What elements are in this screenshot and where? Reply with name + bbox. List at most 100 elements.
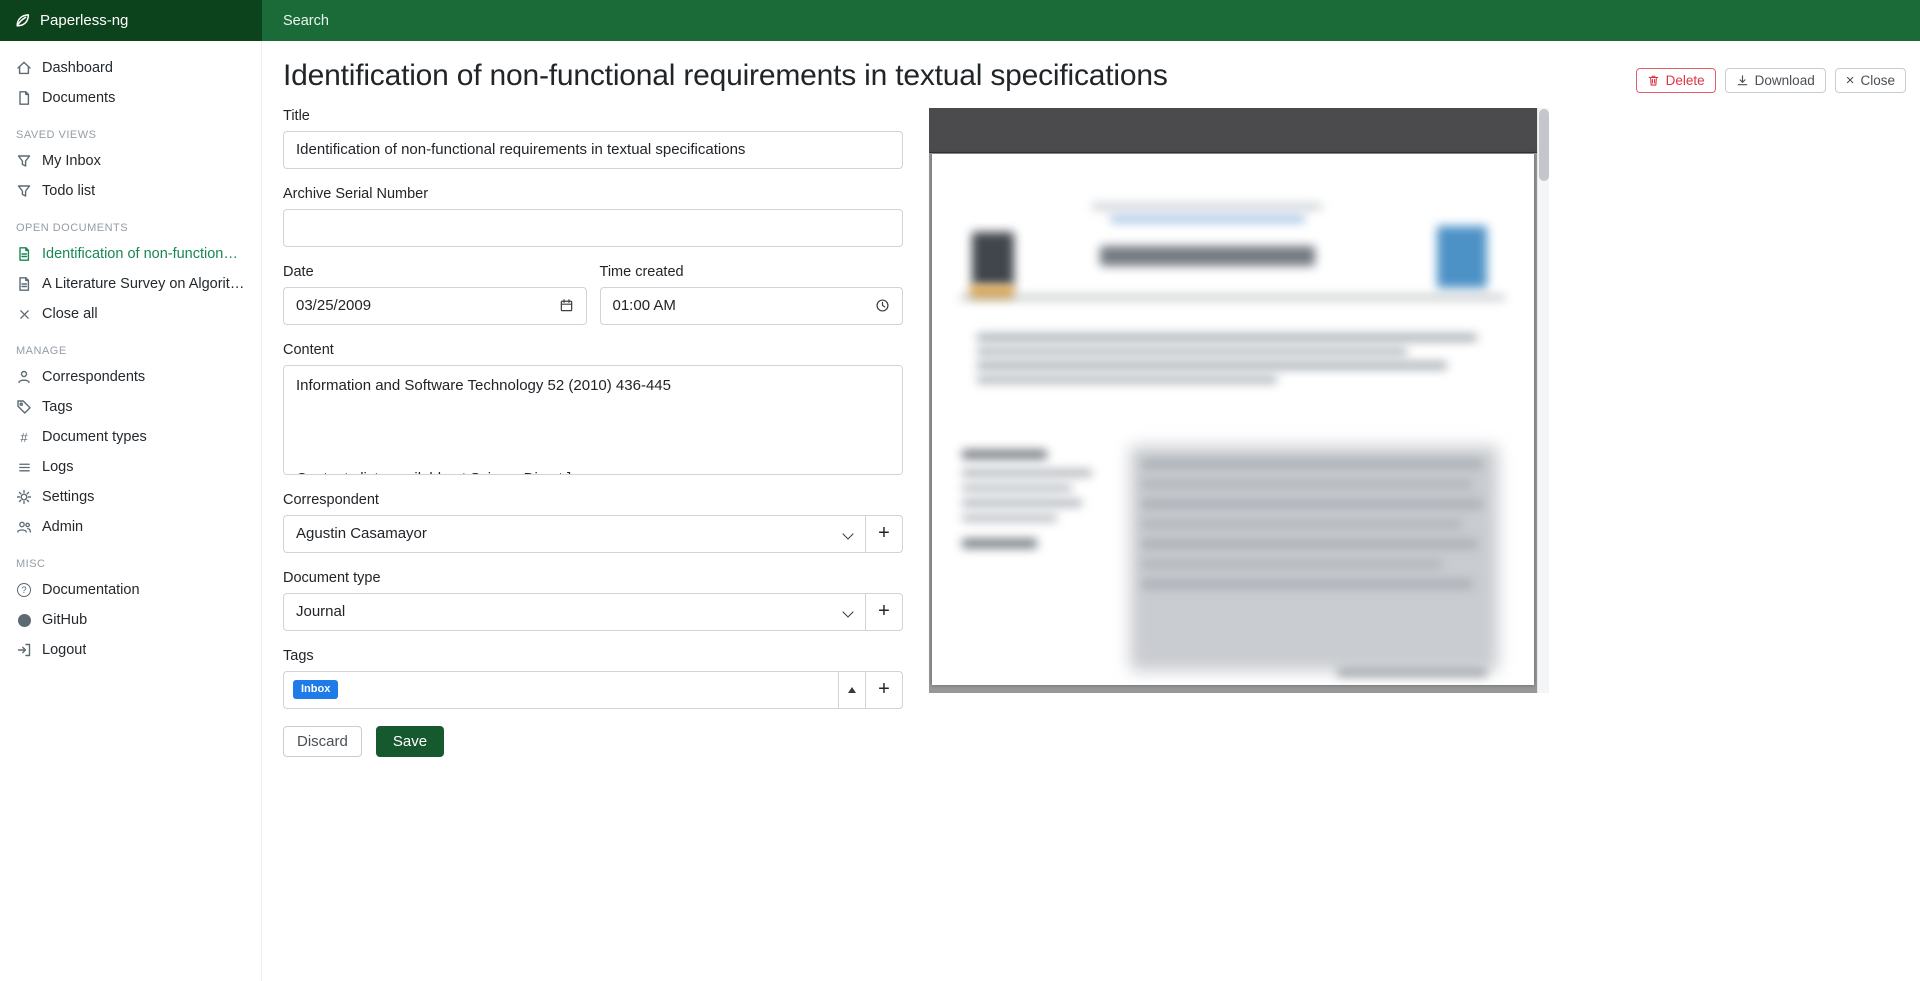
sidebar-item-label: GitHub (42, 612, 87, 628)
pdf-scrollbar[interactable] (1537, 108, 1549, 693)
brand-name: Paperless-ng (40, 12, 128, 29)
document-actions: Delete Download × Close (1636, 57, 1906, 93)
main-content: Identification of non-functional require… (262, 41, 1920, 981)
sidebar-item-document-types[interactable]: # Document types (0, 422, 261, 452)
discard-button[interactable]: Discard (283, 726, 362, 757)
document-type-select[interactable]: Journal (283, 593, 866, 631)
download-button[interactable]: Download (1725, 68, 1826, 93)
hash-icon: # (16, 429, 32, 445)
tag-badge-inbox[interactable]: Inbox (293, 680, 338, 699)
logout-icon (16, 642, 32, 658)
sidebar-item-dashboard[interactable]: Dashboard (0, 53, 261, 83)
sidebar-item-label: Document types (42, 429, 147, 445)
github-icon (16, 612, 32, 628)
pdf-viewer[interactable] (929, 153, 1537, 693)
sidebar-item-label: A Literature Survey on Algorithms for Mu… (42, 276, 245, 292)
sidebar-item-settings[interactable]: Settings (0, 482, 261, 512)
blur-block (962, 485, 1072, 491)
sidebar-item-label: Logs (42, 459, 73, 475)
sidebar-item-logout[interactable]: Logout (0, 635, 261, 665)
house-icon (16, 60, 32, 76)
page-title: Identification of non-functional require… (283, 57, 1168, 95)
content-textarea[interactable]: Information and Software Technology 52 (… (283, 365, 903, 475)
sidebar-item-close-all[interactable]: Close all (0, 299, 261, 329)
date-input[interactable]: 03/25/2009 (283, 287, 587, 325)
delete-button-label: Delete (1666, 73, 1705, 88)
sidebar-section-saved-views: SAVED VIEWS (0, 113, 261, 146)
correspondent-value: Agustin Casamayor (296, 525, 427, 542)
blur-block (1142, 500, 1482, 508)
tags-label: Tags (283, 648, 903, 664)
list-icon (16, 459, 32, 475)
sidebar-item-label: Todo list (42, 183, 95, 199)
trash-icon (1647, 74, 1660, 87)
time-value: 01:00 AM (613, 297, 676, 314)
blur-block (962, 500, 1082, 506)
pdf-preview (929, 108, 1549, 693)
sidebar-item-label: Documents (42, 90, 115, 106)
sidebar-item-tags[interactable]: Tags (0, 392, 261, 422)
users-icon (16, 519, 32, 535)
search-input[interactable] (283, 13, 703, 29)
save-button[interactable]: Save (376, 726, 444, 757)
content-label: Content (283, 342, 903, 358)
caret-up-icon (848, 687, 856, 693)
pdf-scrollbar-thumb[interactable] (1539, 109, 1549, 181)
chevron-down-icon (842, 528, 853, 539)
blur-block (977, 362, 1447, 369)
close-icon (16, 306, 32, 322)
blur-block (962, 515, 1057, 521)
topbar: Paperless-ng (0, 0, 1920, 41)
plus-icon: + (878, 600, 890, 623)
correspondent-label: Correspondent (283, 492, 903, 508)
close-icon: × (1846, 73, 1855, 88)
leaf-icon (14, 12, 31, 29)
document-type-value: Journal (296, 603, 345, 620)
date-label: Date (283, 264, 587, 280)
asn-input[interactable] (283, 209, 903, 247)
sidebar-item-my-inbox[interactable]: My Inbox (0, 146, 261, 176)
pdf-toolbar[interactable] (929, 108, 1537, 153)
sidebar-item-correspondents[interactable]: Correspondents (0, 362, 261, 392)
blur-block (1142, 540, 1477, 548)
plus-icon: + (878, 678, 890, 701)
delete-button[interactable]: Delete (1636, 68, 1716, 93)
blur-block (962, 539, 1037, 548)
sidebar-section-open-documents: OPEN DOCUMENTS (0, 206, 261, 239)
add-correspondent-button[interactable]: + (865, 515, 903, 553)
sidebar-item-label: Tags (42, 399, 73, 415)
sidebar-item-github[interactable]: GitHub (0, 605, 261, 635)
tags-dropdown-button[interactable] (838, 671, 866, 709)
sidebar-section-misc: MISC (0, 542, 261, 575)
sidebar-item-label: Identification of non-functional require… (42, 246, 245, 262)
file-icon (16, 90, 32, 106)
add-document-type-button[interactable]: + (865, 593, 903, 631)
tags-input[interactable]: Inbox (283, 671, 839, 709)
sidebar-item-documentation[interactable]: ? Documentation (0, 575, 261, 605)
sidebar-item-admin[interactable]: Admin (0, 512, 261, 542)
blur-block (1092, 204, 1322, 209)
download-icon (1736, 74, 1749, 87)
sidebar-item-label: My Inbox (42, 153, 101, 169)
close-button[interactable]: × Close (1835, 68, 1906, 93)
blur-block (1337, 669, 1487, 676)
document-edit-form: Title Archive Serial Number Date 03/25/2… (283, 108, 903, 757)
sidebar-item-todo-list[interactable]: Todo list (0, 176, 261, 206)
sidebar-item-label: Documentation (42, 582, 140, 598)
pdf-page (932, 154, 1534, 685)
sidebar-item-documents[interactable]: Documents (0, 83, 261, 113)
add-tag-button[interactable]: + (865, 671, 903, 709)
time-created-input[interactable]: 01:00 AM (600, 287, 904, 325)
blur-block (962, 470, 1092, 476)
correspondent-select[interactable]: Agustin Casamayor (283, 515, 866, 553)
sidebar-open-doc-1[interactable]: Identification of non-functional require… (0, 239, 261, 269)
blur-block (1142, 520, 1462, 528)
sidebar-open-doc-2[interactable]: A Literature Survey on Algorithms for Mu… (0, 269, 261, 299)
blur-block (977, 334, 1477, 341)
sidebar-item-label: Dashboard (42, 60, 113, 76)
sidebar-item-logs[interactable]: Logs (0, 452, 261, 482)
blur-block (1142, 580, 1472, 588)
brand[interactable]: Paperless-ng (0, 0, 262, 41)
question-circle-icon: ? (16, 582, 32, 598)
title-input[interactable] (283, 131, 903, 169)
